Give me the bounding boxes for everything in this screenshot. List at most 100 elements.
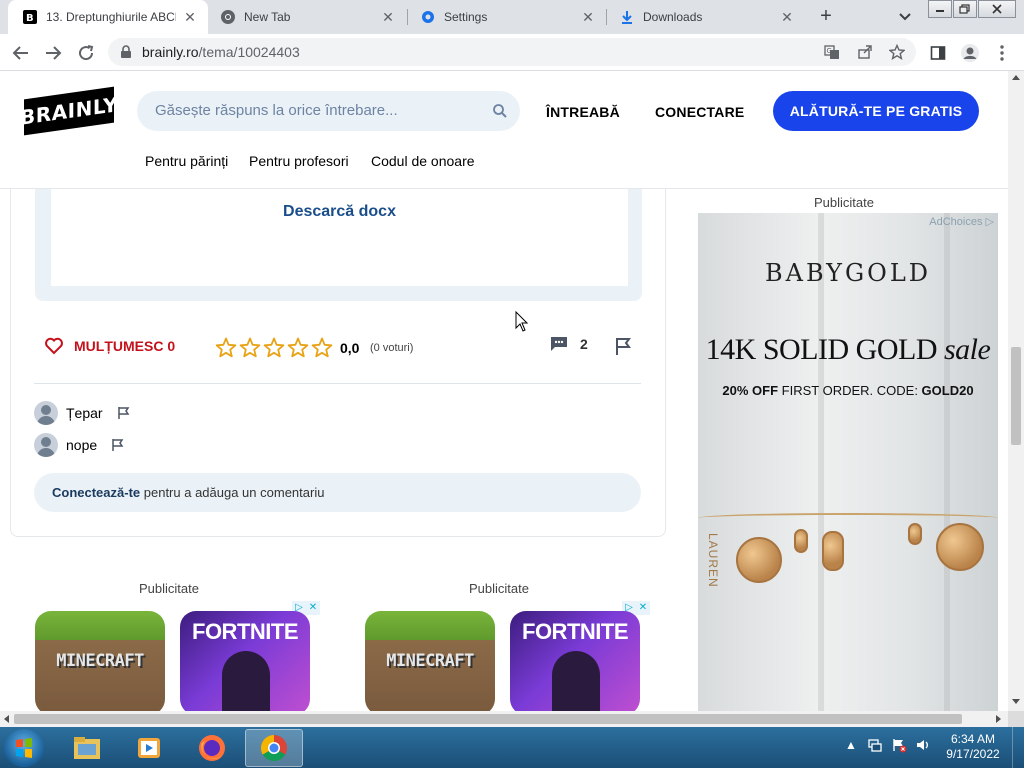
show-desktop-button[interactable] <box>1012 727 1024 768</box>
add-comment-box[interactable]: Conectează-te pentru a adăuga un comenta… <box>34 473 641 512</box>
tab-search-button[interactable] <box>893 6 917 28</box>
join-free-button[interactable]: ALĂTURĂ-TE PE GRATIS <box>773 91 979 131</box>
fortnite-ad-tile[interactable]: FORTNITE <box>180 611 310 711</box>
star-icon[interactable] <box>214 336 238 360</box>
star-icon[interactable] <box>262 336 286 360</box>
search-icon[interactable] <box>492 103 508 124</box>
comment-author[interactable]: nope <box>66 437 97 453</box>
taskbar-media-player[interactable] <box>120 729 178 767</box>
side-panel-button[interactable] <box>926 41 950 65</box>
close-icon[interactable]: ✕ <box>779 9 795 25</box>
rating-value: 0,0 <box>340 340 360 356</box>
tab-title: 13. Dreptunghiurile ABCD <box>46 10 176 24</box>
tab-new-tab[interactable]: New Tab ✕ <box>210 0 406 34</box>
comment-count: 2 <box>580 336 588 352</box>
star-icon[interactable] <box>286 336 310 360</box>
babygold-ad[interactable]: AdChoices ▷ BABYGOLD 14K SOLID GOLD sale… <box>698 213 998 711</box>
close-icon[interactable]: ✕ <box>636 601 650 615</box>
back-arrow-icon <box>12 46 28 60</box>
thanks-button[interactable]: MULȚUMESC 0 <box>44 336 175 356</box>
scroll-left-icon[interactable] <box>4 715 9 723</box>
avatar-icon <box>961 44 979 62</box>
horizontal-scrollbar[interactable] <box>0 711 1008 727</box>
folder-icon <box>74 737 100 759</box>
taskbar-explorer[interactable] <box>58 729 116 767</box>
minecraft-ad-tile[interactable]: MINECRAFT <box>365 611 495 711</box>
rating-stars <box>214 336 334 360</box>
volume-icon[interactable] <box>915 737 931 753</box>
taskbar-firefox[interactable] <box>183 729 241 767</box>
reload-icon <box>79 45 94 61</box>
charm-pendant <box>936 523 984 571</box>
url-path: /tema/10024403 <box>198 44 300 60</box>
download-docx-link[interactable]: Descarcă docx <box>51 203 628 221</box>
comments-toggle[interactable]: 2 <box>550 336 588 352</box>
new-tab-button[interactable]: + <box>813 5 839 29</box>
fortnite-ad-tile[interactable]: FORTNITE <box>510 611 640 711</box>
media-player-icon <box>138 738 160 758</box>
offer-code: GOLD20 <box>921 383 974 398</box>
network-icon[interactable] <box>867 737 883 753</box>
side-panel-icon <box>930 46 946 60</box>
scroll-down-icon[interactable] <box>1012 699 1020 704</box>
brainly-logo[interactable]: BRAINLY <box>20 86 118 136</box>
flag-icon[interactable] <box>117 406 131 420</box>
report-button[interactable] <box>614 336 634 360</box>
vertical-scrollbar[interactable] <box>1008 71 1024 711</box>
close-icon[interactable]: ✕ <box>580 9 596 25</box>
close-icon[interactable]: ✕ <box>182 9 198 25</box>
search-input[interactable]: Găsește răspuns la orice întrebare... <box>137 91 520 131</box>
restore-button[interactable] <box>953 0 977 18</box>
star-icon[interactable] <box>238 336 262 360</box>
reload-button[interactable] <box>74 41 98 65</box>
svg-text:B: B <box>26 13 34 24</box>
forward-arrow-icon <box>46 46 62 60</box>
ask-question-link[interactable]: ÎNTREABĂ <box>546 104 620 120</box>
start-button[interactable] <box>4 729 44 767</box>
parents-link[interactable]: Pentru părinți <box>145 153 228 169</box>
bookmark-star-icon[interactable] <box>888 43 906 61</box>
tab-strip: B 13. Dreptunghiurile ABCD ✕ New Tab ✕ S… <box>0 0 1024 34</box>
scroll-thumb[interactable] <box>1011 347 1021 445</box>
tab-settings[interactable]: Settings ✕ <box>408 0 606 34</box>
back-button[interactable] <box>9 41 33 65</box>
address-bar[interactable]: brainly.ro/tema/10024403 G <box>108 38 916 66</box>
login-to-comment-link[interactable]: Conectează-te <box>52 485 140 500</box>
tab-downloads[interactable]: Downloads ✕ <box>607 0 805 34</box>
url-text: brainly.ro/tema/10024403 <box>142 44 300 60</box>
headline-italic: sale <box>944 333 991 366</box>
adchoices-icon[interactable]: AdChoices ▷ <box>929 215 994 228</box>
ad-headline: 14K SOLID GOLD sale <box>698 333 998 367</box>
profile-button[interactable] <box>958 41 982 65</box>
scroll-thumb[interactable] <box>14 714 962 724</box>
minecraft-ad-tile[interactable]: MINECRAFT <box>35 611 165 711</box>
show-hidden-icons-icon[interactable]: ▲ <box>843 737 859 753</box>
login-link[interactable]: CONECTARE <box>655 104 744 120</box>
heart-icon <box>45 337 63 355</box>
ad-offer: 20% OFF FIRST ORDER. CODE: GOLD20 <box>698 383 998 398</box>
share-icon[interactable] <box>856 43 874 61</box>
scroll-up-icon[interactable] <box>1012 75 1020 80</box>
honor-code-link[interactable]: Codul de onoare <box>371 153 475 169</box>
action-center-icon[interactable] <box>891 737 907 753</box>
menu-button[interactable] <box>990 41 1014 65</box>
flag-icon[interactable] <box>111 438 125 452</box>
charm-pendant <box>908 523 922 545</box>
browser-toolbar: brainly.ro/tema/10024403 G <box>0 34 1024 71</box>
close-icon[interactable]: ✕ <box>380 9 396 25</box>
star-icon[interactable] <box>310 336 334 360</box>
tab-title: New Tab <box>244 10 291 24</box>
system-clock[interactable]: 6:34 AM 9/17/2022 <box>940 732 1006 762</box>
comment-author[interactable]: Țepar <box>66 405 103 421</box>
scroll-right-icon[interactable] <box>996 715 1001 723</box>
translate-icon[interactable]: G <box>823 43 841 61</box>
taskbar-chrome[interactable] <box>245 729 303 767</box>
teachers-link[interactable]: Pentru profesori <box>249 153 349 169</box>
tab-brainly[interactable]: B 13. Dreptunghiurile ABCD ✕ <box>8 0 208 34</box>
url-host: brainly.ro <box>142 44 199 60</box>
forward-button[interactable] <box>41 41 65 65</box>
minimize-button[interactable] <box>928 0 952 18</box>
close-icon[interactable]: ✕ <box>306 601 320 615</box>
close-window-button[interactable] <box>978 0 1016 18</box>
comment-item: Țepar <box>34 400 131 426</box>
